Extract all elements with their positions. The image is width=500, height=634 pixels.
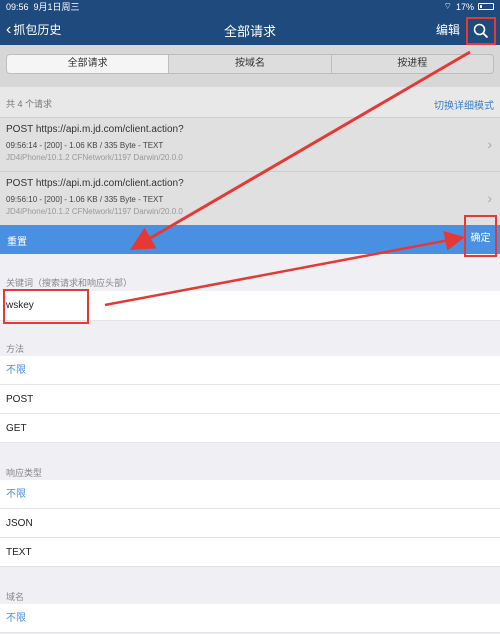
status-time-date: 09:56 9月1日周三 (6, 0, 80, 13)
method-label: 方法 (6, 344, 25, 354)
search-icon (473, 23, 489, 39)
request-list: 共 4 个请求 切换详细模式 POST https://api.m.jd.com… (0, 87, 500, 225)
reset-button[interactable]: 重置 (7, 233, 27, 248)
segment-all-requests[interactable]: 全部请求 (7, 55, 169, 73)
search-button[interactable] (466, 17, 496, 45)
page-title: 全部请求 (223, 24, 276, 39)
request-title: POST https://api.m.jd.com/client.action? (6, 124, 184, 135)
status-time: 09:56 (6, 2, 29, 12)
response-type-option-json[interactable]: JSON (0, 509, 500, 538)
chevron-right-icon: › (487, 190, 492, 206)
edit-button[interactable]: 编辑 (436, 21, 460, 38)
request-user-agent: JD4iPhone/10.1.2 CFNetwork/1197 Darwin/2… (6, 207, 183, 216)
method-option-any[interactable]: 不限 (0, 356, 500, 385)
battery-icon (478, 3, 494, 10)
status-bar: 09:56 9月1日周三 ⌔ 17% (0, 0, 500, 13)
battery-percent: 17% (455, 1, 474, 12)
response-type-label: 响应类型 (6, 468, 43, 478)
request-title: POST https://api.m.jd.com/client.action? (6, 178, 184, 189)
response-type-option-text[interactable]: TEXT (0, 538, 500, 567)
confirm-button[interactable]: 确定 (464, 215, 497, 257)
chevron-right-icon: › (487, 136, 492, 152)
toggle-detail-mode[interactable]: 切换详细模式 (434, 97, 494, 112)
segment-by-process[interactable]: 按进程 (330, 55, 493, 73)
request-count: 共 4 个请求 (6, 99, 53, 109)
request-meta: 09:56:14 - [200] - 1.06 KB / 335 Byte - … (6, 141, 164, 150)
request-count-row: 共 4 个请求 切换详细模式 (0, 87, 500, 117)
wifi-icon: ⌔ (443, 1, 452, 11)
segment-container: 全部请求 按域名 按进程 (0, 45, 500, 87)
keyword-highlight-box (3, 289, 89, 324)
filter-action-bar: 重置 确定 (0, 215, 500, 257)
list-item[interactable]: POST https://api.m.jd.com/client.action?… (0, 117, 500, 171)
segment-by-domain[interactable]: 按域名 (168, 55, 330, 73)
list-item[interactable]: POST https://api.m.jd.com/client.action?… (0, 171, 500, 225)
segmented-control: 全部请求 按域名 按进程 (6, 54, 494, 74)
request-user-agent: JD4iPhone/10.1.2 CFNetwork/1197 Darwin/2… (6, 153, 183, 162)
keyword-label: 关键词（搜索请求和响应头部） (6, 278, 133, 288)
request-meta: 09:56:10 - [200] - 1.06 KB / 335 Byte - … (6, 195, 164, 204)
method-option-get[interactable]: GET (0, 414, 500, 443)
domain-label: 域名 (6, 592, 25, 602)
domain-option-any[interactable]: 不限 (0, 604, 500, 633)
method-option-post[interactable]: POST (0, 385, 500, 414)
status-date: 9月1日周三 (33, 2, 80, 12)
response-type-option-any[interactable]: 不限 (0, 480, 500, 509)
navigation-bar: ‹ 抓包历史 全部请求 编辑 (0, 13, 500, 45)
